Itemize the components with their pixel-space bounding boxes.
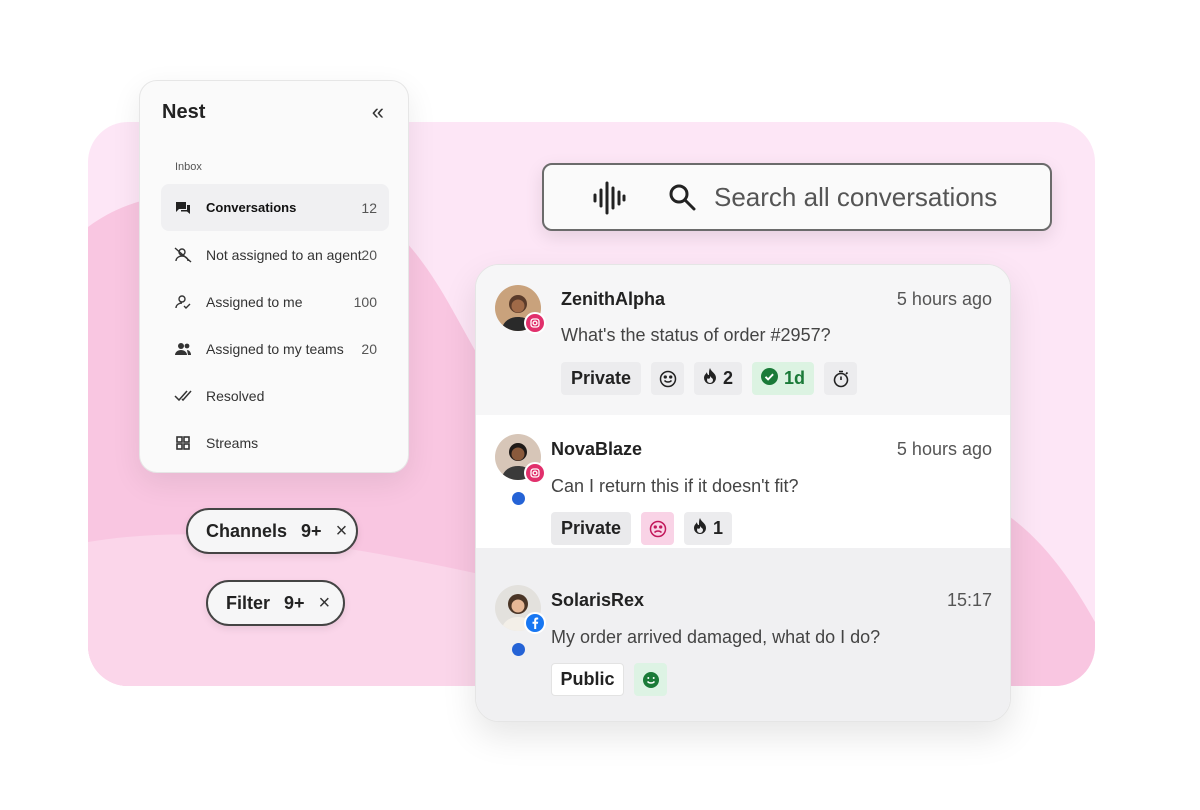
- visibility-tag[interactable]: Private: [551, 512, 631, 545]
- visibility-tag[interactable]: Public: [551, 663, 624, 696]
- sidebar-item-label: Conversations: [206, 200, 297, 215]
- conversation-name: NovaBlaze: [551, 439, 643, 459]
- sidebar-list: Conversations 12 Not assigned to an agen…: [161, 184, 389, 466]
- user-off-icon: [174, 246, 192, 264]
- sidebar-item-assigned-to-my-teams[interactable]: Assigned to my teams 20: [161, 325, 389, 372]
- visibility-tag[interactable]: Private: [561, 362, 641, 395]
- sidebar-title: Nest: [162, 101, 206, 123]
- conversation-message: My order arrived damaged, what do I do?: [551, 627, 881, 647]
- conversation-tags: Private 1: [551, 512, 733, 545]
- chat-bubbles-icon: [174, 199, 192, 217]
- sidebar-item-not-assigned[interactable]: Not assigned to an agent 20: [161, 231, 389, 278]
- instagram-icon: [524, 462, 546, 484]
- user-check-icon: [174, 293, 192, 311]
- sidebar-item-label: Assigned to my teams: [206, 340, 344, 357]
- voice-wave-icon[interactable]: [592, 181, 626, 220]
- channels-filter-pill[interactable]: Channels 9+ ×: [186, 508, 358, 554]
- priority-count: 1: [713, 518, 724, 538]
- sidebar-item-conversations[interactable]: Conversations 12: [161, 184, 389, 231]
- pill-count: 9+: [301, 520, 322, 541]
- check-circle-icon: [761, 367, 779, 390]
- sidebar-item-count: 20: [361, 340, 377, 357]
- search-bar[interactable]: Search all conversations: [542, 163, 1052, 231]
- double-chevron-left-icon: «: [371, 99, 384, 124]
- grid-icon: [174, 434, 192, 452]
- double-check-icon: [174, 387, 192, 405]
- conversation-item[interactable]: ZenithAlpha 5 hours ago What's the statu…: [476, 265, 1010, 415]
- conversation-item[interactable]: NovaBlaze 5 hours ago Can I return this …: [476, 415, 1010, 548]
- unread-indicator: [512, 643, 525, 656]
- close-icon[interactable]: ×: [319, 592, 331, 615]
- resolved-sla-tag[interactable]: 1d: [752, 362, 815, 395]
- sidebar-item-label: Streams: [206, 434, 259, 451]
- pill-count: 9+: [284, 592, 305, 613]
- team-icon: [174, 340, 192, 358]
- sidebar-item-count: 100: [353, 293, 377, 310]
- conversation-time: 15:17: [946, 590, 992, 610]
- priority-tag[interactable]: 1: [684, 512, 733, 545]
- smile-icon[interactable]: [651, 362, 684, 395]
- sidebar-item-count: 12: [361, 199, 377, 216]
- sidebar-item-assigned-to-me[interactable]: Assigned to me 100: [161, 278, 389, 325]
- sla-label: 1d: [784, 368, 806, 388]
- conversation-tags: Private 2 1d: [561, 362, 858, 395]
- sad-face-icon[interactable]: [641, 512, 674, 545]
- sidebar-item-streams[interactable]: Streams: [161, 419, 389, 466]
- pill-label: Channels: [206, 520, 288, 541]
- facebook-icon: [524, 612, 546, 634]
- filter-pill[interactable]: Filter 9+ ×: [206, 580, 345, 626]
- conversation-name: ZenithAlpha: [561, 289, 665, 309]
- happy-face-icon[interactable]: [634, 663, 667, 696]
- priority-tag[interactable]: 2: [694, 362, 743, 395]
- collapse-sidebar-button[interactable]: «: [372, 99, 384, 125]
- close-icon[interactable]: ×: [336, 520, 348, 543]
- sidebar-section-label: Inbox: [175, 161, 202, 173]
- instagram-icon: [524, 312, 546, 334]
- search-icon[interactable]: [668, 183, 696, 216]
- unread-indicator: [512, 492, 525, 505]
- conversation-name: SolarisRex: [551, 590, 645, 610]
- conversation-tags: Public: [551, 663, 667, 696]
- sidebar-item-count: 20: [361, 246, 377, 263]
- conversation-time: 5 hours ago: [896, 439, 992, 459]
- fire-icon: [703, 368, 717, 389]
- sidebar-item-resolved[interactable]: Resolved: [161, 372, 389, 419]
- conversation-item[interactable]: SolarisRex 15:17 My order arrived damage…: [476, 548, 1010, 721]
- search-placeholder: Search all conversations: [714, 182, 998, 212]
- conversation-message: What's the status of order #2957?: [561, 325, 831, 345]
- conversation-list: ZenithAlpha 5 hours ago What's the statu…: [475, 264, 1011, 722]
- sidebar-item-label: Assigned to me: [206, 293, 303, 310]
- timer-icon[interactable]: [824, 362, 858, 395]
- inbox-sidebar: Nest « Inbox Conversations 12 Not assign…: [139, 80, 409, 473]
- conversation-time: 5 hours ago: [896, 289, 992, 309]
- conversation-message: Can I return this if it doesn't fit?: [551, 476, 799, 496]
- sidebar-item-label: Resolved: [206, 387, 265, 404]
- priority-count: 2: [723, 368, 734, 388]
- pill-label: Filter: [226, 592, 271, 613]
- sidebar-item-label: Not assigned to an agent: [206, 246, 362, 263]
- fire-icon: [693, 518, 707, 539]
